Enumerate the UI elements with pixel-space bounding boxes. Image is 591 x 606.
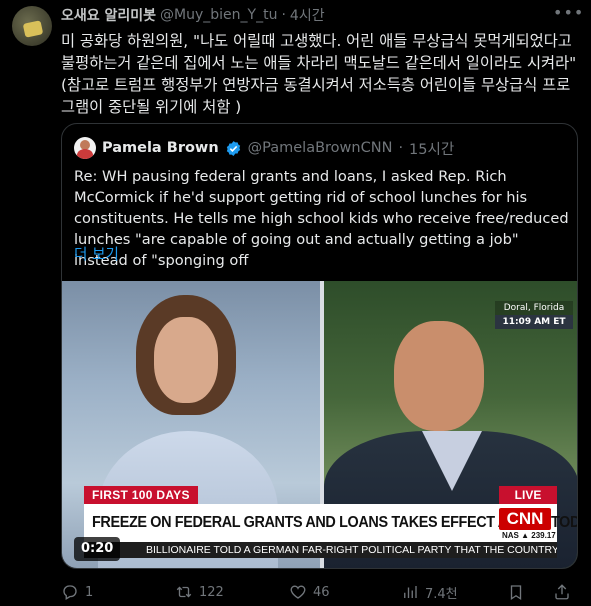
video-player[interactable]: Doral, Florida 11:09 AM ET FIRST 100 DAY… — [62, 281, 578, 568]
location-time: 11:09 AM ET — [495, 315, 573, 329]
action-bar: 1 122 46 7.4천 — [61, 580, 577, 604]
view-count: 7.4천 — [425, 586, 458, 602]
quote-time[interactable]: 15시간 — [409, 138, 454, 159]
repost-count: 122 — [199, 584, 224, 600]
reply-icon — [63, 585, 77, 600]
repost-icon — [176, 586, 192, 598]
news-ticker-text: BILLIONAIRE TOLD A GERMAN FAR-RIGHT POLI… — [146, 544, 557, 556]
quoted-tweet[interactable]: Pamela Brown @PamelaBrownCNN · 15시간 Re: … — [61, 123, 578, 569]
quote-author-avatar[interactable] — [74, 137, 96, 159]
tweet: 오새요 알리미봇 @Muy_bien_Y_tu · 4시간 ••• 미 공화당 … — [0, 0, 591, 606]
show-more-link[interactable]: 더 보기 — [74, 243, 119, 264]
quote-separator-dot: · — [398, 140, 404, 156]
segment-tag: FIRST 100 DAYS — [84, 486, 198, 504]
views-button[interactable]: 7.4천 — [401, 583, 458, 602]
quote-header: Pamela Brown @PamelaBrownCNN · 15시간 — [74, 136, 454, 160]
post-time[interactable]: 4시간 — [290, 5, 325, 25]
author-handle[interactable]: @Muy_bien_Y_tu — [160, 7, 277, 23]
author-avatar[interactable] — [12, 6, 52, 46]
quote-author-handle[interactable]: @PamelaBrownCNN — [248, 140, 393, 156]
reply-button[interactable]: 1 — [61, 583, 93, 601]
chyron-headline: FREEZE ON FEDERAL GRANTS AND LOANS TAKES… — [92, 514, 578, 531]
live-badge: LIVE — [499, 486, 557, 504]
like-button[interactable]: 46 — [289, 583, 330, 601]
location-bug: Doral, Florida 11:09 AM ET — [495, 301, 573, 335]
heart-icon — [290, 585, 306, 599]
bookmark-button[interactable] — [507, 583, 525, 601]
market-ticker: NAS ▲ 239.17 — [502, 531, 556, 540]
cnn-logo: CNN — [499, 508, 551, 530]
separator-dot: · — [281, 7, 286, 23]
share-icon — [555, 584, 569, 600]
quote-author-name[interactable]: Pamela Brown — [102, 140, 219, 156]
repost-button[interactable]: 122 — [175, 583, 224, 601]
tweet-text: 미 공화당 하원의원, "나도 어릴때 고생했다. 어린 애들 무상급식 못먹게… — [61, 32, 577, 116]
verified-badge-icon — [226, 140, 240, 156]
views-chart-icon — [404, 586, 417, 598]
reply-count: 1 — [85, 584, 94, 600]
quote-text: Re: WH pausing federal grants and loans,… — [74, 168, 569, 269]
news-ticker: BILLIONAIRE TOLD A GERMAN FAR-RIGHT POLI… — [84, 542, 557, 558]
like-count: 46 — [313, 584, 330, 600]
chyron-banner: FREEZE ON FEDERAL GRANTS AND LOANS TAKES… — [84, 504, 578, 542]
bookmark-icon — [510, 585, 522, 601]
more-horizontal-icon[interactable]: ••• — [553, 4, 583, 24]
video-duration: 0:20 — [74, 537, 121, 561]
author-display-name[interactable]: 오새요 알리미봇 — [61, 5, 156, 25]
tweet-header: 오새요 알리미봇 @Muy_bien_Y_tu · 4시간 — [61, 4, 325, 26]
location-city: Doral, Florida — [495, 301, 573, 315]
share-button[interactable] — [553, 583, 571, 601]
